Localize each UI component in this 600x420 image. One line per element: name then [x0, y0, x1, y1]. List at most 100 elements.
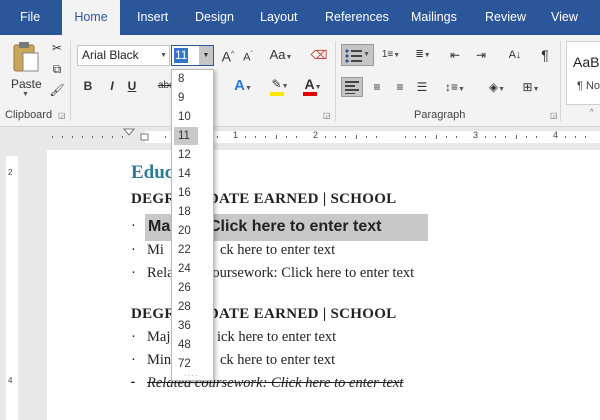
align-left-icon: [345, 81, 359, 94]
bullet-glyph: ·: [131, 242, 136, 258]
font-size-value: 11: [174, 48, 189, 63]
tab-review[interactable]: Review: [485, 0, 526, 35]
line-spacing-icon[interactable]: ↕≡▼: [442, 77, 468, 97]
highlighter-icon: ✎: [271, 77, 282, 91]
minor-placeholder[interactable]: ck here to enter text: [220, 242, 335, 259]
major-prefix: Ma: [148, 218, 171, 235]
major-placeholder[interactable]: Click here to enter text: [209, 218, 382, 236]
font-size-option[interactable]: 22: [174, 241, 198, 259]
major-prefix: Maj: [147, 329, 171, 345]
ruler-number: 1: [233, 130, 239, 140]
bullets-icon: [345, 49, 362, 63]
font-size-option[interactable]: 48: [174, 336, 198, 354]
bold-button[interactable]: B: [80, 76, 96, 96]
font-size-dropdown-button[interactable]: ▼: [199, 46, 213, 65]
font-size-option[interactable]: 20: [174, 222, 198, 240]
bullet-glyph: ·: [131, 329, 136, 345]
font-size-option[interactable]: 8: [174, 70, 198, 88]
chevron-down-icon[interactable]: ▼: [160, 46, 167, 65]
minor-prefix: Min: [147, 352, 172, 368]
font-color-button[interactable]: A▼: [300, 74, 326, 96]
bullets-button[interactable]: ▼: [341, 44, 374, 66]
font-size-option[interactable]: 18: [174, 203, 198, 221]
sort-icon[interactable]: A↓: [506, 45, 524, 65]
chevron-up-icon[interactable]: ^: [590, 109, 593, 116]
tab-file[interactable]: File: [20, 0, 40, 35]
tab-mailings[interactable]: Mailings: [411, 0, 457, 35]
font-size-option[interactable]: 24: [174, 260, 198, 278]
ruler-number: 2: [8, 168, 13, 177]
ruler-ticks: [52, 128, 600, 143]
font-size-option[interactable]: 10: [174, 108, 198, 126]
paragraph-launcher-icon[interactable]: ◲: [550, 112, 558, 120]
borders-icon[interactable]: ⊞▼: [518, 77, 544, 97]
ruler-number: 2: [313, 130, 319, 140]
font-size-option[interactable]: 9: [174, 89, 198, 107]
font-size-option[interactable]: 28: [174, 298, 198, 316]
paste-icon: [13, 42, 39, 72]
multilevel-list-icon[interactable]: ≣▼: [410, 45, 436, 65]
style-preview: AaBb: [573, 54, 600, 70]
ruler-number: 4: [553, 130, 559, 140]
related-prefix: Rela: [147, 265, 174, 281]
numbering-icon[interactable]: 1≡▼: [378, 45, 404, 65]
ribbon-home: Paste ▼ ✂ ⧉ 🖌 Clipboard ◲ Arial Black ▼ …: [0, 35, 600, 127]
horizontal-ruler[interactable]: 1 2 3 4: [0, 128, 600, 146]
font-size-option[interactable]: 14: [174, 165, 198, 183]
cut-icon[interactable]: ✂: [48, 38, 66, 58]
change-case-button[interactable]: Aa▼: [268, 45, 294, 65]
decrease-indent-icon[interactable]: ⇤: [446, 45, 464, 65]
align-right-icon[interactable]: ≡: [390, 77, 410, 97]
bullet-glyph: ·: [131, 352, 136, 368]
clear-formatting-icon[interactable]: ⌫: [310, 45, 328, 65]
styles-gallery-item[interactable]: AaBb ¶ No: [566, 41, 600, 105]
font-launcher-icon[interactable]: ◲: [323, 112, 331, 120]
major-placeholder[interactable]: ick here to enter text: [217, 329, 336, 346]
grow-font-button[interactable]: A^: [220, 45, 236, 65]
align-center-icon[interactable]: ≡: [367, 77, 387, 97]
font-name-value: Arial Black: [82, 48, 139, 62]
chevron-down-icon: ▼: [22, 91, 29, 98]
font-name-field[interactable]: Arial Black ▼: [77, 45, 170, 66]
minor-placeholder[interactable]: ck here to enter text: [220, 352, 335, 369]
align-left-button[interactable]: [341, 77, 363, 97]
bullet-glyph: ·: [131, 375, 135, 391]
tab-references[interactable]: References: [325, 0, 389, 35]
font-color-bar: [303, 92, 317, 96]
text-effects-button[interactable]: A▼: [232, 76, 254, 96]
font-size-option[interactable]: 36: [174, 317, 198, 335]
copy-icon[interactable]: ⧉: [48, 59, 66, 79]
paragraph-group-label: Paragraph: [414, 109, 466, 121]
ruler-number: 4: [8, 376, 13, 385]
font-size-option[interactable]: 26: [174, 279, 198, 297]
resize-grip-icon[interactable]: ····: [184, 372, 202, 380]
italic-button[interactable]: I: [104, 76, 120, 96]
ribbon-tab-bar: File Home Insert Design Layout Reference…: [0, 0, 600, 35]
tab-home[interactable]: Home: [62, 0, 120, 35]
bullet-glyph: ·: [131, 265, 136, 281]
increase-indent-icon[interactable]: ⇥: [472, 45, 490, 65]
vertical-ruler[interactable]: 2 4: [0, 148, 24, 420]
related-placeholder[interactable]: coursework: Click here to enter text: [206, 265, 414, 282]
document-page[interactable]: Education DEGREE | DATE EARNED | SCHOOL …: [47, 150, 600, 420]
minor-prefix: Mi: [147, 242, 164, 258]
shading-icon[interactable]: ◈▼: [484, 77, 510, 97]
font-size-option[interactable]: 16: [174, 184, 198, 202]
tab-design[interactable]: Design: [195, 0, 234, 35]
tab-insert[interactable]: Insert: [137, 0, 168, 35]
font-size-field[interactable]: 11 ▼: [171, 45, 214, 66]
font-size-dropdown-list: 8 9 10 11 12 14 16 18 20 22 24 26 28 36 …: [171, 69, 214, 381]
shrink-font-button[interactable]: Aˇ: [240, 45, 256, 65]
tab-layout[interactable]: Layout: [260, 0, 298, 35]
clipboard-launcher-icon[interactable]: ◲: [58, 112, 66, 120]
tab-view[interactable]: View: [551, 0, 578, 35]
font-size-option[interactable]: 12: [174, 146, 198, 164]
underline-button[interactable]: U: [124, 76, 140, 96]
highlight-color-button[interactable]: ✎▼: [268, 74, 292, 96]
show-marks-button[interactable]: ¶: [536, 45, 554, 65]
format-painter-icon[interactable]: 🖌: [48, 80, 66, 100]
font-size-option-selected[interactable]: 11: [174, 127, 198, 145]
justify-icon[interactable]: ☰: [412, 77, 432, 97]
paste-button[interactable]: Paste ▼: [8, 39, 44, 99]
style-name: ¶ No: [577, 80, 600, 92]
